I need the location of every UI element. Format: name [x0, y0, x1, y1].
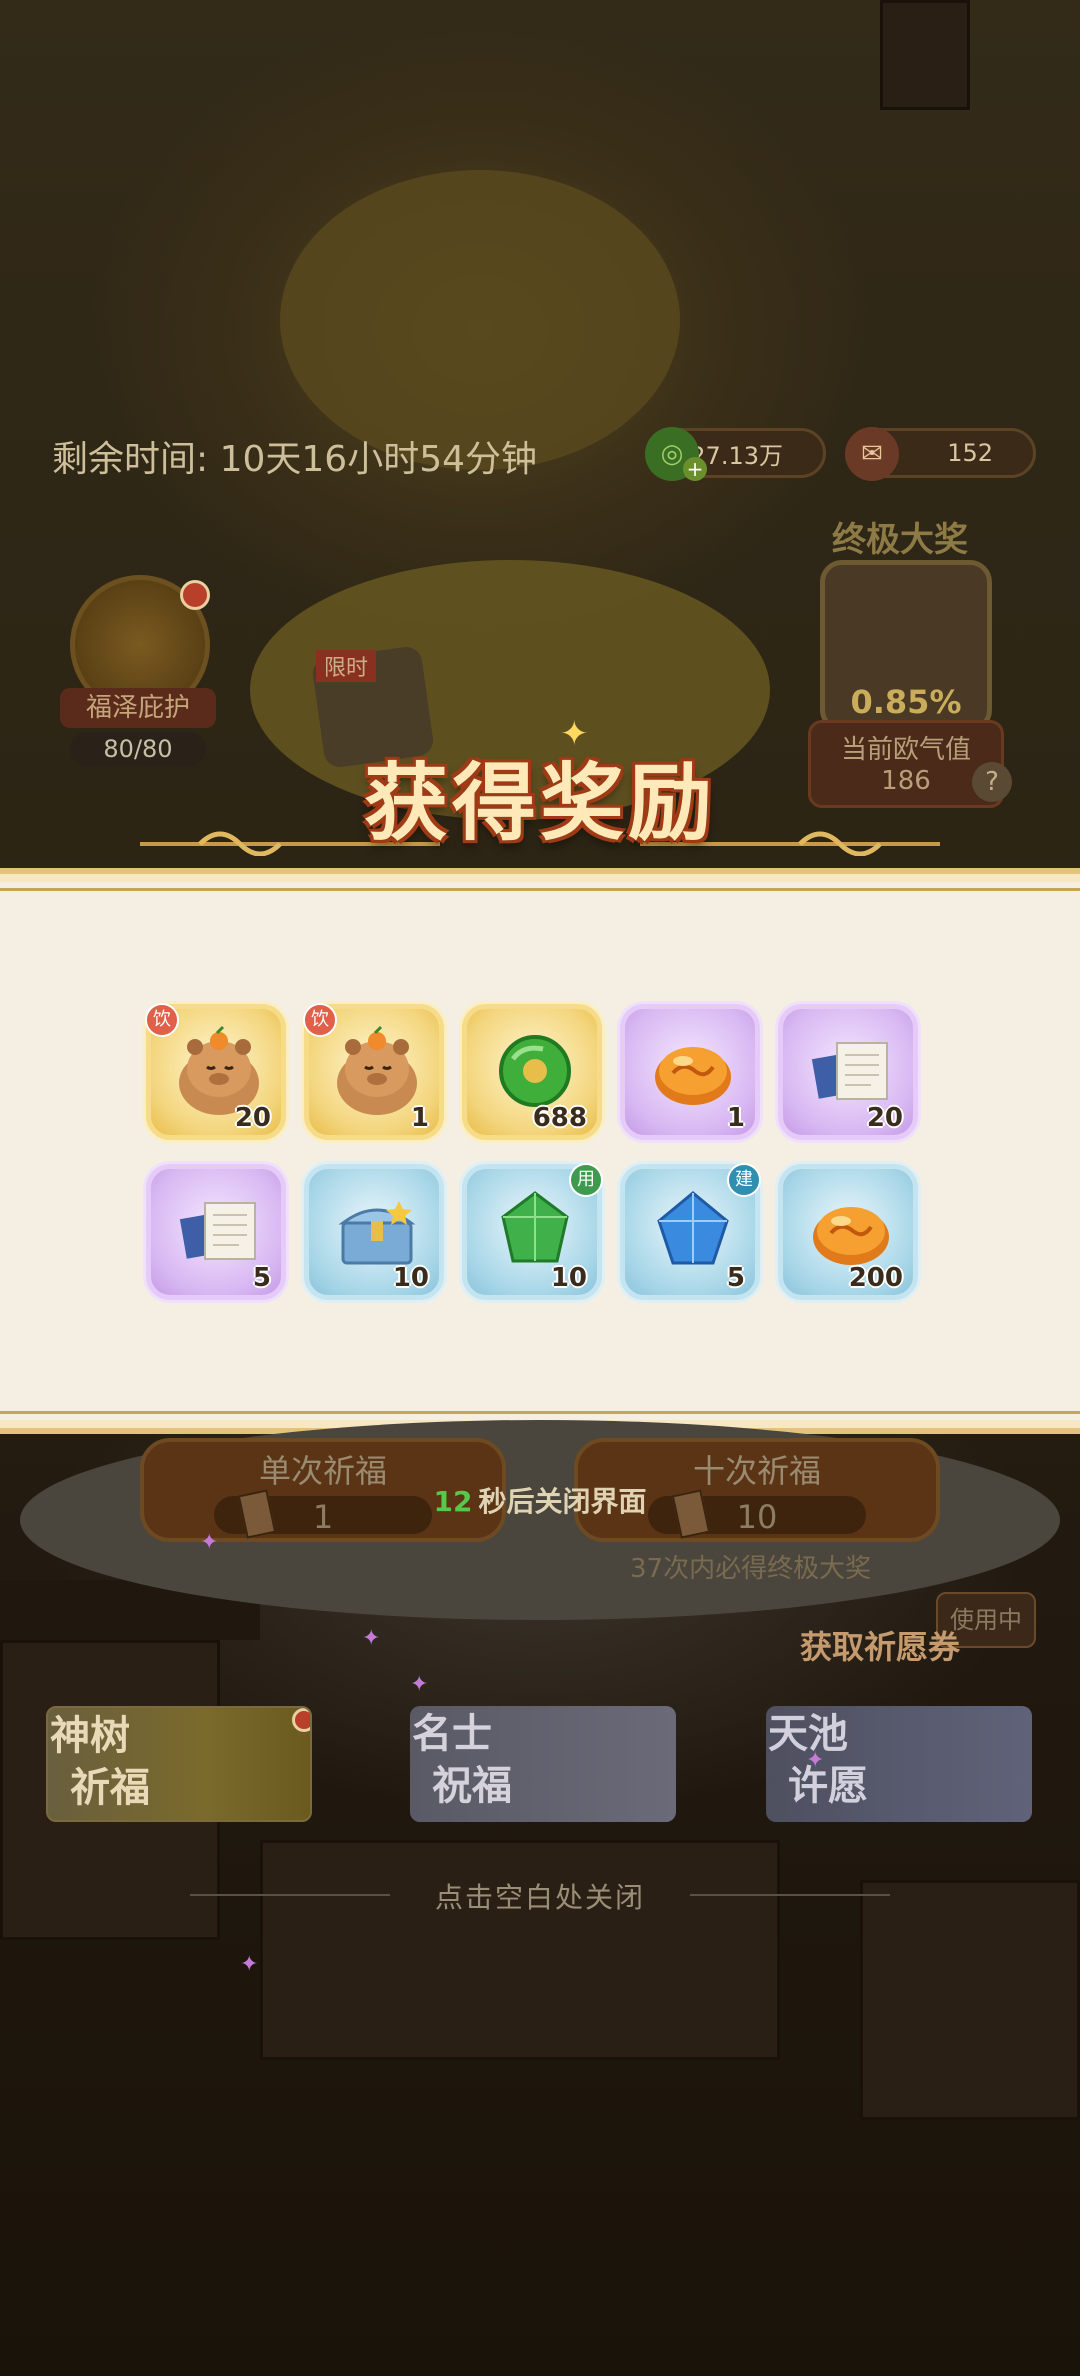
reward-title-banner: 获得奖励 [0, 730, 1080, 870]
lantern-top [880, 0, 970, 110]
use-tag: 用 [569, 1163, 603, 1197]
ticket-amount: 152 [947, 439, 993, 467]
sparkle-icon: ✦ [362, 1626, 381, 1651]
auto-close-countdown: 12 秒后关闭界面 [300, 1480, 780, 1520]
guarantee-text: 37次内必得终极大奖 [630, 1554, 872, 1584]
ticket-counter[interactable]: ✉ 152 [845, 427, 1036, 481]
item-count: 688 [532, 1103, 587, 1133]
mode-label: 名士 祝福 [412, 1710, 512, 1809]
item-count: 5 [726, 1263, 745, 1293]
reward-item[interactable]: 建 5 [620, 1163, 761, 1300]
notification-dot [292, 1708, 310, 1732]
remaining-time: 剩余时间: 10天16小时54分钟 [52, 439, 537, 480]
reward-item[interactable]: 饮 1 [303, 1003, 444, 1140]
reward-item[interactable]: 200 [778, 1164, 918, 1300]
limited-tag: 限时 [316, 650, 377, 682]
build-tag: 建 [727, 1163, 761, 1197]
reward-item[interactable]: 1 [620, 1004, 760, 1140]
item-count: 200 [848, 1263, 903, 1293]
grand-prize-rate: 0.85% [850, 683, 962, 721]
mode-famous-scholar[interactable]: 名士 祝福 [410, 1706, 676, 1822]
item-count: 1 [726, 1103, 745, 1133]
tree-canopy [280, 170, 680, 470]
grand-prize-label: 终极大奖 [832, 520, 968, 560]
item-count: 20 [234, 1103, 271, 1133]
sparkle-icon: ✦ [240, 1952, 259, 1977]
item-count: 5 [252, 1263, 271, 1293]
sparkle-icon: ✦ [200, 1530, 219, 1555]
drink-tag: 饮 [303, 1003, 337, 1037]
protection-label: 福泽庇护 [60, 688, 216, 728]
reward-item[interactable]: 20 [778, 1004, 918, 1140]
reward-title: 获得奖励 [363, 753, 716, 852]
sparkle-icon: ✦ [410, 1672, 429, 1697]
mode-sacred-tree[interactable]: 神树 祈福 [46, 1706, 312, 1822]
sparkle-icon: ✦ [806, 1748, 825, 1773]
reward-panel: 饮 20 饮 1 688 1 20 5 10 用 10 建 5 200 [0, 868, 1080, 1434]
item-count: 20 [866, 1103, 903, 1133]
mode-label: 神树 祈福 [50, 1712, 150, 1811]
grand-prize-card[interactable]: 0.85% [820, 560, 992, 732]
reward-item[interactable]: 5 [146, 1164, 286, 1300]
item-count: 1 [410, 1103, 429, 1133]
tap-blank-to-close[interactable]: 点击空白处关闭 [0, 1876, 1080, 1916]
reward-item[interactable]: 饮 20 [145, 1003, 286, 1140]
reward-item[interactable]: 10 [304, 1164, 444, 1300]
item-count: 10 [550, 1263, 587, 1293]
sparkle-icon: ✦ [560, 714, 589, 754]
wish-ticket-icon: ✉ [845, 427, 899, 481]
reward-item[interactable]: 用 10 [462, 1163, 603, 1300]
get-ticket-button[interactable]: 获取祈愿券 [800, 1622, 960, 1668]
add-jade-icon[interactable]: + [683, 457, 707, 481]
reward-item[interactable]: 688 [462, 1004, 602, 1140]
house-right [860, 1880, 1080, 2120]
stall-center [260, 1840, 780, 2060]
item-count: 10 [392, 1263, 429, 1293]
drink-tag: 饮 [145, 1003, 179, 1037]
notification-dot [180, 580, 210, 610]
countdown-text: 秒后关闭界面 [478, 1485, 647, 1518]
jade-counter[interactable]: ◎ + 27.13万 [645, 427, 826, 481]
countdown-seconds: 12 [433, 1485, 473, 1518]
